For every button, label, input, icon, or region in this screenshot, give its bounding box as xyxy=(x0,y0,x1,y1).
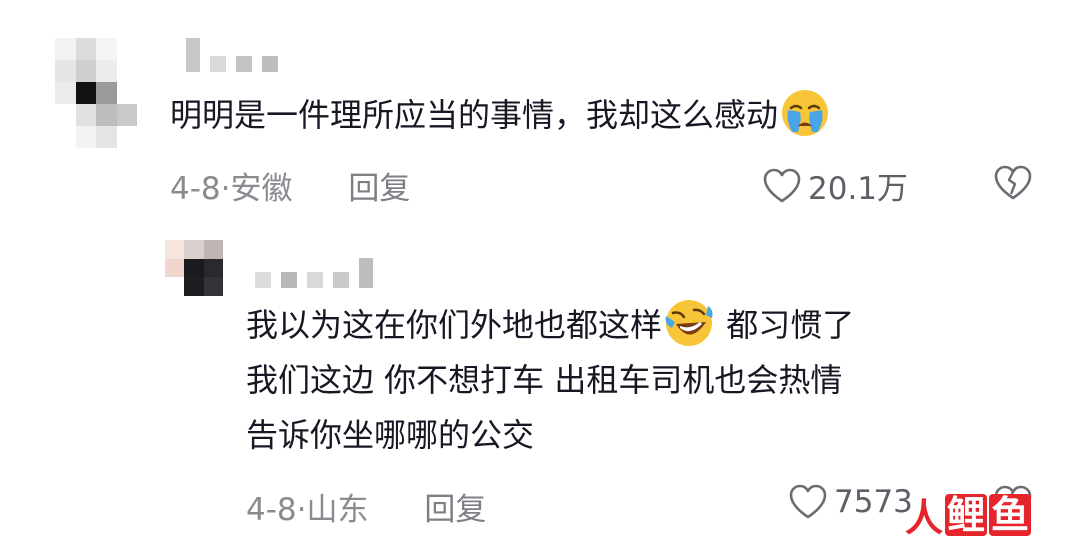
reply-line-text: 我以为这在你们外地也都这样 xyxy=(246,306,663,344)
watermark-char: 人 xyxy=(905,496,944,540)
comment-text: 明明是一件理所应当的事情，我却这么感动 xyxy=(170,88,832,143)
comment-text-content: 明明是一件理所应当的事情，我却这么感动 xyxy=(170,96,779,134)
reply-location: 山东 xyxy=(306,492,369,528)
crying-face-icon xyxy=(782,90,829,136)
reply-text: 我以为这在你们外地也都这样 都习惯了 我们这边 你不想打车 出租车司机也会热情 … xyxy=(246,298,854,463)
username[interactable] xyxy=(186,38,278,72)
watermark-char: 鲤 xyxy=(945,492,988,537)
reply-date: 4-8· xyxy=(246,492,307,528)
reply-line-text: 告诉你坐哪哪的公交 xyxy=(246,416,535,454)
like-button[interactable]: 20.1万 xyxy=(762,163,908,208)
broken-heart-icon[interactable] xyxy=(993,164,1033,202)
reply-like-count: 7573 xyxy=(834,484,913,520)
reply-line: 我以为这在你们外地也都这样 都习惯了 xyxy=(246,298,854,353)
reply-button[interactable]: 回复 xyxy=(348,171,410,207)
reply-meta: 4-8·山东 回复 xyxy=(246,484,486,529)
like-count: 20.1万 xyxy=(808,171,909,207)
reply-line-text: 我们这边 你不想打车 出租车司机也会热情 xyxy=(246,361,843,399)
rolling-laughing-face-icon xyxy=(665,300,713,346)
comment-date: 4-8· xyxy=(170,171,231,207)
reply-line: 告诉你坐哪哪的公交 xyxy=(246,408,854,463)
watermark-char: 鱼 xyxy=(989,492,1032,537)
heart-icon xyxy=(789,484,827,519)
comment-meta: 4-8·安徽 回复 xyxy=(170,163,410,208)
watermark-logo: 人 鲤 鱼 xyxy=(905,487,1032,542)
reply-like-button[interactable]: 7573 xyxy=(788,483,913,521)
reply-line: 我们这边 你不想打车 出租车司机也会热情 xyxy=(246,353,854,408)
reply-line-text: 都习惯了 xyxy=(726,306,855,344)
avatar[interactable] xyxy=(55,38,137,148)
comment-location: 安徽 xyxy=(230,171,293,207)
reply-reply-button[interactable]: 回复 xyxy=(424,492,486,528)
reply-avatar[interactable] xyxy=(165,240,223,296)
heart-icon xyxy=(763,168,801,202)
reply-username[interactable] xyxy=(255,258,373,288)
